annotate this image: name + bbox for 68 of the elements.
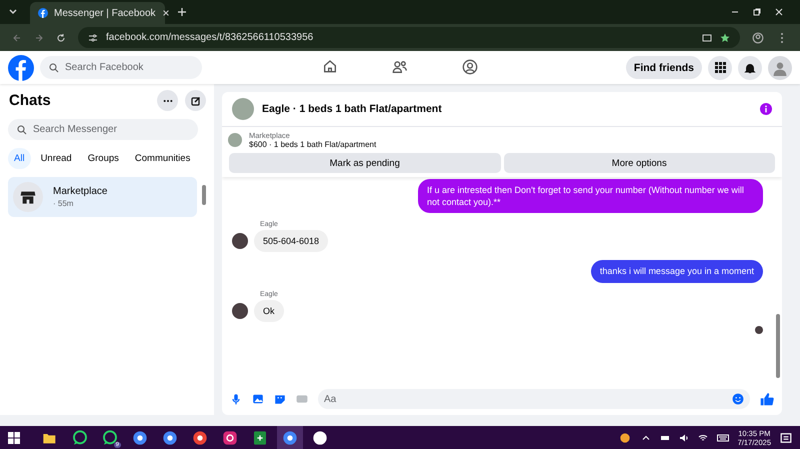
message-bubble: 505-604-6018 <box>254 230 328 252</box>
facebook-logo-icon[interactable] <box>8 54 34 80</box>
profile-icon <box>462 58 478 74</box>
caret-icon[interactable] <box>8 7 18 17</box>
restore-icon[interactable] <box>752 7 762 17</box>
image-icon[interactable] <box>252 393 264 405</box>
wifi-icon[interactable] <box>698 432 708 442</box>
message-bubble: thanks i will message you in a moment <box>590 260 763 283</box>
conversation-title: Eagle · 1 beds 1 bath Flat/apartment <box>262 103 443 115</box>
home-icon <box>322 58 338 74</box>
more-button[interactable] <box>157 90 178 111</box>
notification-center-icon[interactable] <box>780 432 792 444</box>
scrollbar[interactable] <box>776 314 780 378</box>
avatar-photo <box>232 233 248 250</box>
shop-icon <box>20 189 36 205</box>
bell-icon <box>744 62 756 74</box>
plus-icon[interactable] <box>177 7 187 17</box>
action-button[interactable]: Mark as pending <box>229 153 500 173</box>
message-bubble: Ok <box>254 300 284 322</box>
close-icon[interactable] <box>774 7 784 17</box>
search-field[interactable]: Search Messenger <box>8 119 198 140</box>
person-silhouette-icon <box>772 60 788 76</box>
photo-placeholder <box>228 133 242 147</box>
chat-name: Marketplace <box>53 186 108 197</box>
action-button[interactable]: More options <box>504 153 775 173</box>
account-button[interactable] <box>768 56 792 80</box>
address-bar[interactable]: facebook.com/messages/t/8362566110533956 <box>78 27 740 48</box>
chat-item[interactable]: Marketplace · 55m <box>8 177 197 217</box>
chat-time: · 55m <box>53 199 74 208</box>
tab-title: Messenger | Facebook <box>54 8 156 18</box>
compose-icon <box>190 96 200 106</box>
new-message-button[interactable] <box>185 90 206 111</box>
scrollbar[interactable] <box>202 185 206 205</box>
find-friends-button[interactable]: Find friends <box>626 56 702 79</box>
windows-start-icon[interactable] <box>8 432 20 444</box>
message-field[interactable]: Aa <box>318 389 750 409</box>
menu-button[interactable] <box>708 56 732 80</box>
keyboard-icon[interactable] <box>716 432 729 444</box>
thumbs-up-icon[interactable] <box>760 392 774 406</box>
chats-title: Chats <box>9 92 52 109</box>
search-field[interactable]: Search Facebook <box>40 56 202 79</box>
avatar-photo <box>232 302 248 319</box>
filter-tab[interactable]: Unread <box>34 148 78 169</box>
taskbar-app[interactable] <box>277 426 303 449</box>
filter-tab[interactable]: Communities <box>128 148 196 169</box>
profile-icon[interactable] <box>752 32 764 44</box>
star-icon[interactable] <box>720 32 730 42</box>
read-receipt-avatar <box>755 326 763 334</box>
reload-icon[interactable] <box>56 32 66 42</box>
speaker-icon[interactable] <box>678 432 689 442</box>
microphone-icon[interactable] <box>230 393 242 405</box>
listing-summary: $600 · 1 beds 1 bath Flat/apartment <box>249 140 376 149</box>
info-icon[interactable] <box>760 103 772 115</box>
forward-icon[interactable] <box>34 32 44 42</box>
url-text: facebook.com/messages/t/8362566110533956 <box>106 32 314 43</box>
notifications-button[interactable] <box>738 56 762 80</box>
site-settings-icon[interactable] <box>88 32 98 42</box>
filter-tab[interactable]: All <box>8 148 31 169</box>
emoji-icon[interactable] <box>732 393 744 405</box>
friends-icon <box>392 58 408 74</box>
facebook-logo-icon <box>38 8 48 18</box>
message-bubble: If u are intrested then Don't forget to send your number (Without number we will not contact you).** <box>418 179 763 214</box>
grid-icon <box>714 62 726 73</box>
photo-placeholder <box>232 98 254 120</box>
sticker-icon[interactable] <box>274 393 286 405</box>
filter-tab[interactable]: Groups <box>82 148 125 169</box>
close-icon[interactable] <box>162 9 170 17</box>
back-icon[interactable] <box>12 32 22 42</box>
